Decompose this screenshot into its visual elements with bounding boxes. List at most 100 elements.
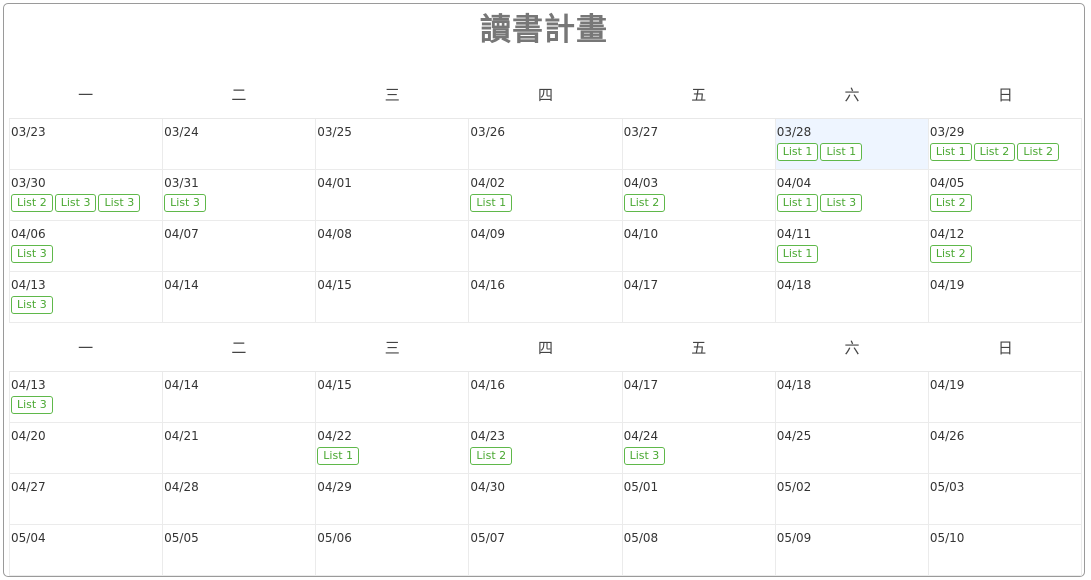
list-tag[interactable]: List 2 — [929, 245, 972, 263]
day-cell[interactable]: 03/28 List 1 List 1 — [775, 119, 929, 170]
weekday-thu: 四 — [537, 338, 553, 357]
day-cell[interactable]: 05/02 — [775, 474, 929, 525]
weekday-mon: 一 — [78, 338, 94, 357]
day-cell[interactable]: 04/01 — [316, 170, 470, 221]
day-cell[interactable]: 04/10 — [622, 221, 776, 272]
day-cell[interactable]: 04/12 List 2 — [928, 221, 1082, 272]
list-tag[interactable]: List 3 — [623, 447, 666, 465]
day-cell[interactable]: 04/11 List 1 — [775, 221, 929, 272]
list-tag[interactable]: List 1 — [470, 194, 513, 212]
day-cell[interactable]: 03/30 List 2 List 3 List 3 — [10, 170, 164, 221]
list-tag[interactable]: List 3 — [164, 194, 206, 212]
day-cell[interactable]: 03/25 — [316, 119, 470, 170]
day-cell[interactable]: 03/27 — [622, 119, 776, 170]
day-cell[interactable]: 04/24 List 3 — [622, 423, 776, 474]
list-tag[interactable]: List 1 — [929, 143, 972, 161]
day-cell[interactable]: 04/02 List 1 — [469, 170, 623, 221]
day-date: 05/03 — [929, 480, 965, 494]
day-cell[interactable]: 05/05 — [163, 525, 317, 576]
day-cell[interactable]: 04/26 — [928, 423, 1082, 474]
day-cell[interactable]: 04/14 — [163, 272, 317, 323]
day-cell[interactable]: 04/18 — [775, 372, 929, 423]
list-tag[interactable]: List 3 — [98, 194, 141, 212]
day-cell[interactable]: 04/03 List 2 — [622, 170, 776, 221]
day-tags: List 1 — [470, 194, 621, 212]
list-tag[interactable]: List 2 — [623, 194, 666, 212]
list-tag[interactable]: List 2 — [11, 194, 53, 212]
calendar-2: 一 二 三 四 五 六 日 04/13 List 3 04/14 04/15 04/16… — [9, 319, 1082, 576]
list-tag[interactable]: List 3 — [11, 296, 53, 314]
day-cell[interactable]: 04/19 — [928, 272, 1082, 323]
day-cell[interactable]: 04/16 — [469, 272, 623, 323]
day-date: 03/28 — [776, 125, 812, 139]
day-cell[interactable]: 03/29 List 1 List 2 List 2 — [928, 119, 1082, 170]
list-tag[interactable]: List 3 — [11, 245, 53, 263]
day-cell[interactable]: 05/07 — [469, 525, 623, 576]
day-cell[interactable]: 04/13 List 3 — [10, 372, 164, 423]
list-tag[interactable]: List 2 — [973, 143, 1016, 161]
day-date: 04/10 — [623, 227, 659, 241]
day-cell[interactable]: 04/09 — [469, 221, 623, 272]
day-cell[interactable]: 05/04 — [10, 525, 164, 576]
day-date: 04/17 — [623, 278, 659, 292]
day-cell[interactable]: 04/06 List 3 — [10, 221, 164, 272]
list-tag[interactable]: List 3 — [820, 194, 863, 212]
day-cell[interactable]: 04/19 — [928, 372, 1082, 423]
day-date: 04/21 — [164, 429, 199, 443]
day-cell[interactable]: 04/18 — [775, 272, 929, 323]
list-tag[interactable]: List 2 — [929, 194, 972, 212]
day-tags: List 3 — [11, 296, 162, 314]
day-date: 05/02 — [776, 480, 812, 494]
day-cell[interactable]: 05/06 — [316, 525, 470, 576]
day-date: 04/09 — [470, 227, 506, 241]
day-cell[interactable]: 03/31 List 3 — [163, 170, 317, 221]
list-tag[interactable]: List 1 — [317, 447, 360, 465]
list-tag[interactable]: List 3 — [54, 194, 97, 212]
day-date: 04/14 — [164, 378, 199, 392]
day-cell[interactable]: 05/03 — [928, 474, 1082, 525]
list-tag[interactable]: List 1 — [776, 143, 819, 161]
day-cell[interactable]: 04/22 List 1 — [316, 423, 470, 474]
day-cell[interactable]: 04/15 — [316, 372, 470, 423]
list-tag[interactable]: List 2 — [470, 447, 513, 465]
list-tag[interactable]: List 1 — [776, 245, 819, 263]
day-date: 04/24 — [623, 429, 659, 443]
day-date: 03/25 — [317, 125, 352, 139]
list-tag[interactable]: List 1 — [776, 194, 819, 212]
day-cell[interactable]: 04/20 — [10, 423, 164, 474]
day-tags: List 3 — [11, 245, 162, 263]
day-date: 04/15 — [317, 378, 352, 392]
day-cell[interactable]: 04/29 — [316, 474, 470, 525]
day-cell[interactable]: 05/08 — [622, 525, 776, 576]
weekday-sun: 日 — [997, 338, 1013, 357]
day-cell[interactable]: 04/04 List 1 List 3 — [775, 170, 929, 221]
day-cell[interactable]: 03/23 — [10, 119, 164, 170]
day-cell[interactable]: 04/16 — [469, 372, 623, 423]
day-cell[interactable]: 05/10 — [928, 525, 1082, 576]
day-cell[interactable]: 04/27 — [10, 474, 164, 525]
day-cell[interactable]: 05/01 — [622, 474, 776, 525]
day-cell[interactable]: 03/26 — [469, 119, 623, 170]
list-tag[interactable]: List 1 — [820, 143, 863, 161]
day-cell[interactable]: 04/25 — [775, 423, 929, 474]
day-cell[interactable]: 05/09 — [775, 525, 929, 576]
day-tags: List 2 — [470, 447, 621, 465]
list-tag[interactable]: List 2 — [1017, 143, 1060, 161]
day-cell[interactable]: 04/15 — [316, 272, 470, 323]
day-cell[interactable]: 04/13 List 3 — [10, 272, 164, 323]
day-cell[interactable]: 03/24 — [163, 119, 317, 170]
day-cell[interactable]: 04/07 — [163, 221, 317, 272]
day-cell[interactable]: 04/14 — [163, 372, 317, 423]
day-cell[interactable]: 04/28 — [163, 474, 317, 525]
day-cell[interactable]: 04/17 — [622, 272, 776, 323]
day-cell[interactable]: 04/21 — [163, 423, 317, 474]
list-tag[interactable]: List 3 — [11, 396, 53, 414]
day-cell[interactable]: 04/05 List 2 — [928, 170, 1082, 221]
day-cell[interactable]: 04/23 List 2 — [469, 423, 623, 474]
day-date: 04/13 — [11, 278, 46, 292]
day-date: 03/30 — [11, 176, 46, 190]
day-cell[interactable]: 04/17 — [622, 372, 776, 423]
day-date: 05/09 — [776, 531, 812, 545]
day-cell[interactable]: 04/08 — [316, 221, 470, 272]
day-cell[interactable]: 04/30 — [469, 474, 623, 525]
